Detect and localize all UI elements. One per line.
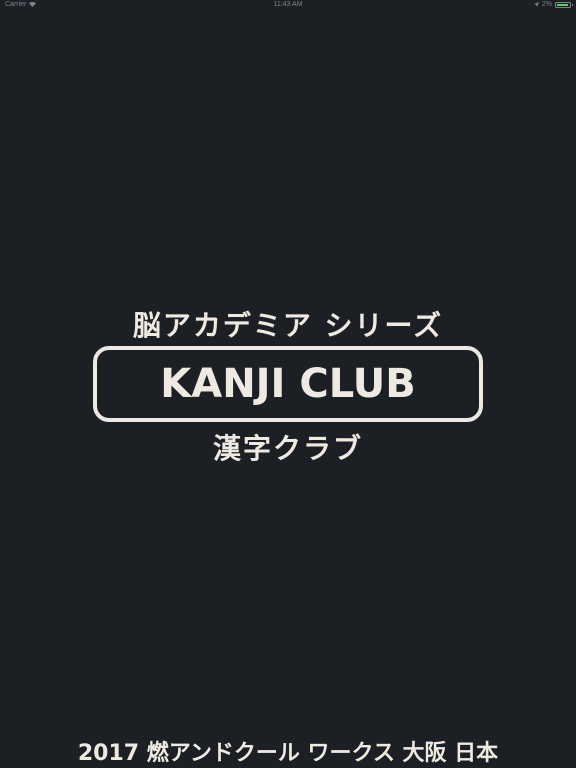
status-time: 11:43 AM [273, 1, 303, 8]
status-right: 2% [533, 1, 573, 8]
location-arrow-icon [533, 2, 539, 7]
kanji-title: 漢字クラブ [212, 432, 363, 465]
status-bar: Carrier 11:43 AM 2% [0, 0, 576, 12]
battery-level-fill [557, 3, 568, 6]
battery-percent: 2% [541, 1, 552, 8]
app-logo-title: KANJI CLUB [160, 361, 416, 407]
footer-credit: 2017 燃アンドクール ワークス 大阪 日本 [77, 741, 499, 766]
app-logo-frame: KANJI CLUB [93, 346, 483, 422]
series-subtitle: 脳アカデミア シリーズ [132, 309, 444, 342]
splash-screen: Carrier 11:43 AM 2% 脳アカデミア シリーズ KANJI CL… [0, 0, 576, 768]
battery-icon [555, 1, 573, 8]
